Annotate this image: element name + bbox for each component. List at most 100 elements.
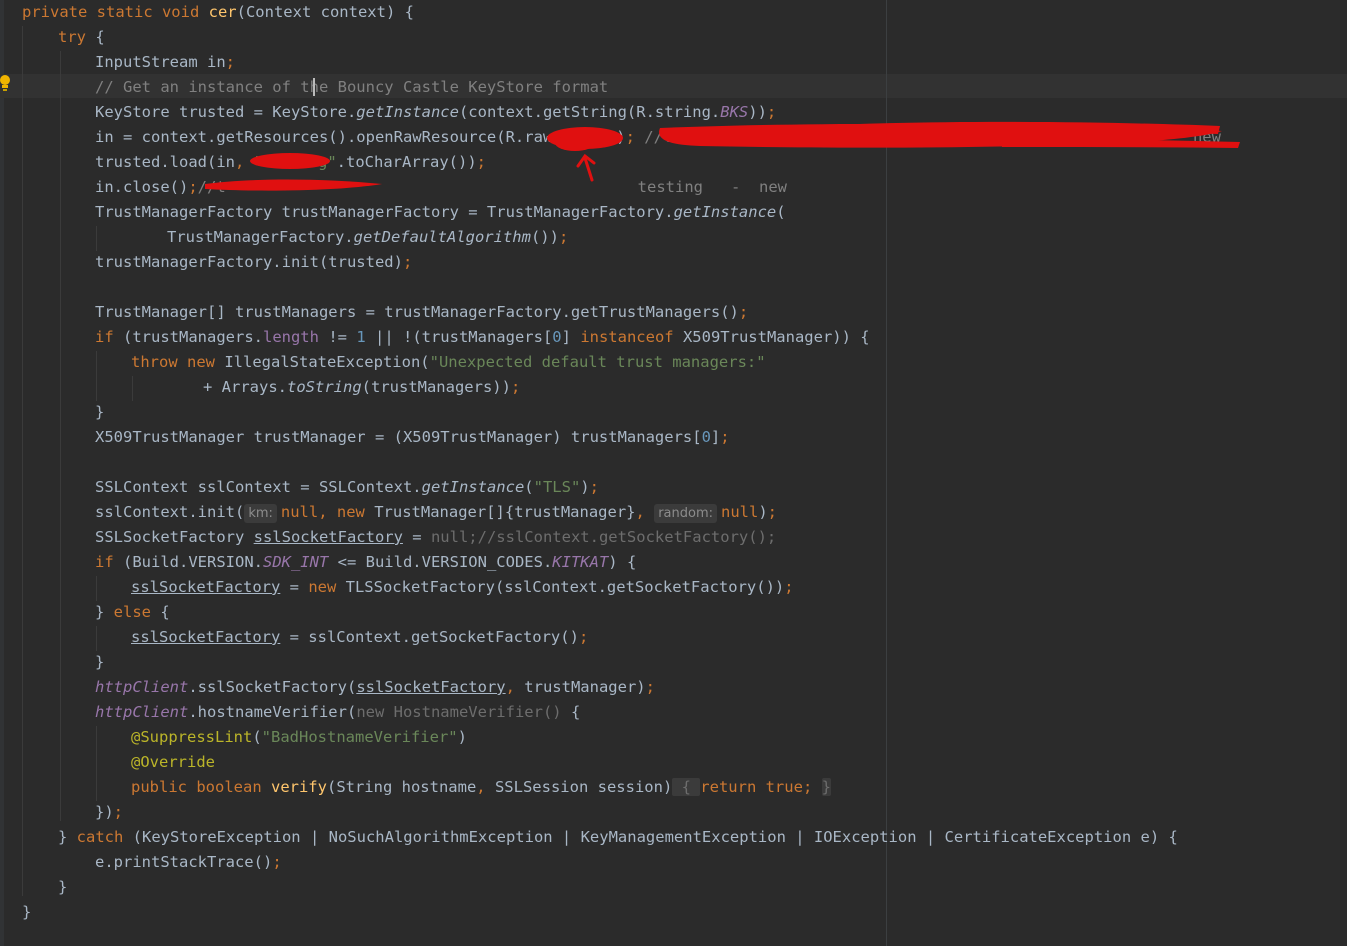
code-line-20[interactable]: SSLSocketFactory sslSocketFactory = null… <box>95 525 776 550</box>
punct-token: ; <box>767 503 778 521</box>
code-text: (Context context) { <box>236 3 414 21</box>
comment-token: //test T <box>644 128 719 146</box>
code-text: .toCharArray()) <box>336 153 477 171</box>
code-line-21[interactable]: if (Build.VERSION.SDK_INT <= Build.VERSI… <box>95 550 636 575</box>
code-text: sslContext.init( <box>95 503 245 521</box>
code-line-29[interactable]: @Override <box>131 750 215 775</box>
code-text: { <box>561 703 581 721</box>
code-line-10[interactable]: TrustManagerFactory.getDefaultAlgorithm(… <box>167 225 568 250</box>
code-editor[interactable]: private static void cer(Context context)… <box>0 0 1347 946</box>
code-line-26[interactable]: httpClient.sslSocketFactory(sslSocketFac… <box>95 675 655 700</box>
code-text: } <box>58 828 77 846</box>
code-text: } <box>22 903 32 921</box>
field-token: length <box>262 328 319 346</box>
field-token: SDK_INT <box>262 553 329 571</box>
code-text: = <box>280 578 309 596</box>
annotation-token: @Override <box>131 753 215 771</box>
punct-token: ; <box>766 103 777 121</box>
code-text: .hostnameVerifier( <box>188 703 357 721</box>
comment-token: new <box>1192 128 1221 146</box>
code-line-1[interactable]: private static void cer(Context context)… <box>22 0 414 25</box>
code-text: } <box>95 653 105 671</box>
code-text: ] <box>710 428 721 446</box>
code-line-28[interactable]: @SuppressLint("BadHostnameVerifier") <box>131 725 467 750</box>
code-line-11[interactable]: trustManagerFactory.init(trusted); <box>95 250 412 275</box>
code-line-15[interactable]: + Arrays.toString(trustManagers)); <box>203 375 520 400</box>
code-line-2[interactable]: try { <box>58 25 105 50</box>
keyword-token: if <box>95 553 123 571</box>
field-token: KITKAT <box>552 553 609 571</box>
code-line-25[interactable]: } <box>95 650 104 675</box>
folded-brace-open[interactable]: { <box>672 778 701 796</box>
code-line-33[interactable]: e.printStackTrace(); <box>95 850 282 875</box>
code-text: InputStream in <box>95 53 226 71</box>
code-text: ( <box>524 478 534 496</box>
annotation-token: @SuppressLint <box>131 728 253 746</box>
string-token: "Unexpected default trust managers:" <box>429 353 766 371</box>
code-line-24[interactable]: sslSocketFactory = sslContext.getSocketF… <box>131 625 588 650</box>
code-text: 4) <box>606 128 626 146</box>
punct-token: ; <box>558 228 569 246</box>
comment-token: // Get an instance of the Bouncy Castle … <box>95 78 609 96</box>
keyword-token: catch <box>76 828 133 846</box>
code-text: != <box>318 328 357 346</box>
method-call-token: getInstance <box>673 203 777 221</box>
code-text: + Arrays. <box>203 378 287 396</box>
indent-guide <box>96 726 97 801</box>
code-line-8[interactable]: in.close();//t testing - new <box>95 175 787 200</box>
code-line-4[interactable]: // Get an instance of the Bouncy Castle … <box>95 75 608 100</box>
keyword-token: instanceof <box>580 328 674 346</box>
string-token: "TLS" <box>533 478 581 496</box>
code-line-17[interactable]: X509TrustManager trustManager = (X509Tru… <box>95 425 730 450</box>
parameter-hint-km: km: <box>244 504 277 523</box>
folded-brace-close[interactable]: } <box>821 778 831 796</box>
lightbulb-icon[interactable] <box>0 74 12 94</box>
code-text: trustManagerFactory.init(trusted) <box>95 253 403 271</box>
code-line-18[interactable]: SSLContext sslContext = SSLContext.getIn… <box>95 475 599 500</box>
code-text: e.printStackTrace() <box>95 853 273 871</box>
code-text: TrustManagerFactory trustManagerFactory … <box>95 203 674 221</box>
indent-guide <box>132 376 133 401</box>
code-text: TLSSocketFactory(sslContext.getSocketFac… <box>345 578 785 596</box>
field-token: BKS <box>720 103 749 121</box>
code-text: X509TrustManager trustManager = (X509Tru… <box>95 428 702 446</box>
keyword-token: private static void <box>22 3 209 21</box>
code-text: ( <box>252 728 262 746</box>
code-text: TrustManagerFactory. <box>167 228 354 246</box>
code-line-19[interactable]: sslContext.init(km: null, new TrustManage… <box>95 500 777 525</box>
punct-token: ; <box>510 378 521 396</box>
code-text: (KeyStoreException | NoSuchAlgorithmExce… <box>132 828 1178 846</box>
code-line-23[interactable]: } else { <box>95 600 170 625</box>
code-line-9[interactable]: TrustManagerFactory trustManagerFactory … <box>95 200 786 225</box>
code-line-12[interactable]: TrustManager[] trustManagers = trustMana… <box>95 300 748 325</box>
code-line-30[interactable]: public boolean verify(String hostname, S… <box>131 775 831 800</box>
code-line-3[interactable]: InputStream in; <box>95 50 235 75</box>
code-line-22[interactable]: sslSocketFactory = new TLSSocketFactory(… <box>131 575 794 600</box>
code-line-27[interactable]: httpClient.hostnameVerifier(new Hostname… <box>95 700 580 725</box>
code-line-34[interactable]: } <box>58 875 67 900</box>
text-caret <box>313 78 315 96</box>
keyword-token: null <box>430 528 469 546</box>
punct-token: , <box>234 153 254 171</box>
anonymous-class-token: new HostnameVerifier() <box>356 703 562 721</box>
comment-token: testing - new <box>637 178 787 196</box>
code-line-31[interactable]: }); <box>95 800 123 825</box>
code-text: TrustManager[]{trustManager} <box>374 503 636 521</box>
code-text: )) <box>748 103 767 121</box>
code-text: = sslContext.getSocketFactory() <box>280 628 579 646</box>
code-line-13[interactable]: if (trustManagers.length != 1 || !(trust… <box>95 325 870 350</box>
code-line-6[interactable]: in = context.getResources().openRawResou… <box>95 125 1221 150</box>
keyword-token: if <box>95 328 123 346</box>
method-name-token: cer <box>208 3 237 21</box>
code-text: in = context.getResources().openRawResou… <box>95 128 562 146</box>
code-line-16[interactable]: } <box>95 400 104 425</box>
code-line-35[interactable]: } <box>22 900 31 925</box>
code-line-32[interactable]: } catch (KeyStoreException | NoSuchAlgor… <box>58 825 1178 850</box>
punct-token: ; <box>589 478 599 496</box>
field-token: k <box>561 128 571 146</box>
number-token: 0 <box>552 328 562 346</box>
code-line-7[interactable]: trusted.load(in, " g".toCharArray()); <box>95 150 486 175</box>
code-line-5[interactable]: KeyStore trusted = KeyStore.getInstance(… <box>95 100 776 125</box>
indent-guide <box>22 26 23 896</box>
code-line-14[interactable]: throw new IllegalStateException("Unexpec… <box>131 350 766 375</box>
